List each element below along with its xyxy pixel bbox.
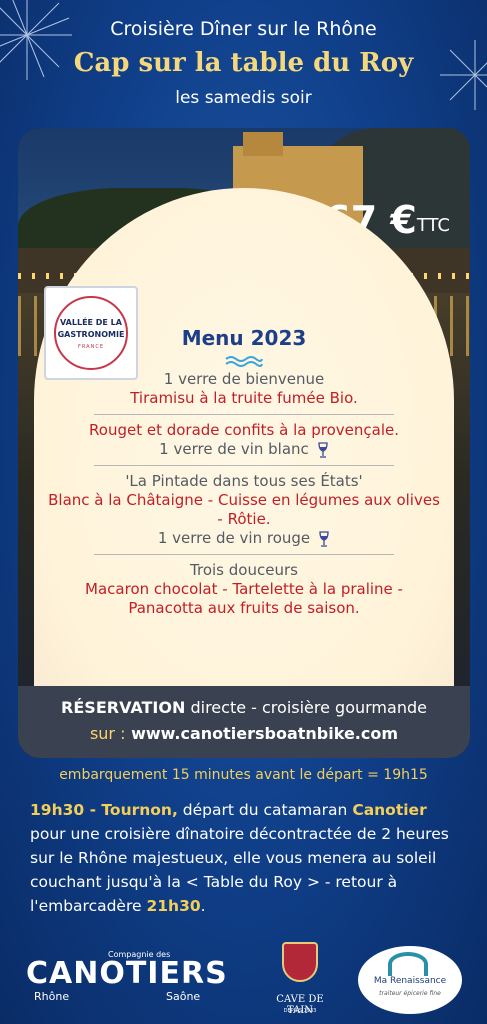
ma-renaissance-logo: Ma Renaissance traiteur épicerie fine bbox=[358, 946, 462, 1014]
reservation-url-line: sur : www.canotiersboatnbike.com bbox=[18, 724, 470, 744]
embarkation-info: embarquement 15 minutes avant le départ … bbox=[59, 767, 428, 783]
ma-swirl-icon bbox=[388, 952, 428, 976]
end-time: 21h30 bbox=[146, 897, 201, 915]
header: Croisière Dîner sur le Rhône Cap sur la … bbox=[0, 0, 487, 128]
canotiers-logo-right: Saône bbox=[166, 990, 201, 1003]
canotiers-logo: Compagnie des CANOTIERS Rhône Saône bbox=[26, 950, 227, 1010]
menu-separator bbox=[94, 554, 394, 555]
header-supertitle: Croisière Dîner sur le Rhône bbox=[110, 18, 377, 40]
reservation-bar: RÉSERVATION directe - croisière gourmand… bbox=[18, 686, 470, 758]
ma-logo-name: Ma Renaissance bbox=[373, 976, 447, 986]
menu-course3-drink: 1 verre de vin rouge bbox=[18, 529, 470, 548]
menu-course3-title: 'La Pintade dans tous ses États' bbox=[125, 472, 363, 490]
canotiers-logo-main: CANOTIERS bbox=[26, 956, 228, 991]
cruise-description: 19h30 - Tournon, départ du catamaran Can… bbox=[30, 798, 460, 918]
header-subtitle: les samedis soir bbox=[175, 88, 312, 108]
menu-course4-title: Trois douceurs bbox=[190, 561, 298, 579]
menu-course3-dish: Blanc à la Châtaigne - Cuisse en légumes… bbox=[48, 491, 440, 509]
start-time: 19h30 - Tournon, bbox=[30, 801, 178, 819]
menu-separator bbox=[94, 465, 394, 466]
menu-course2-drink: 1 verre de vin blanc bbox=[18, 440, 470, 459]
boat-name: Canotier bbox=[352, 801, 427, 819]
canotiers-logo-left: Rhône bbox=[34, 990, 70, 1003]
reservation-label: RÉSERVATION bbox=[61, 698, 186, 717]
description-end: . bbox=[200, 897, 206, 915]
menu-course2-dish: Rouget et dorade confits à la provençale… bbox=[89, 421, 399, 439]
description-part1: départ du catamaran bbox=[182, 801, 348, 819]
menu-course3-drink-text: 1 verre de vin rouge bbox=[157, 529, 311, 547]
wave-divider-icon bbox=[225, 356, 263, 367]
cave-de-tain-logo: CAVE DE TAIN DEPUIS 1933 bbox=[262, 940, 338, 1020]
price-suffix: TTC bbox=[416, 215, 450, 236]
menu-separator bbox=[94, 414, 394, 415]
cave-shield-icon bbox=[282, 942, 318, 982]
menu-course1-drink: 1 verre de bienvenue bbox=[163, 370, 325, 388]
header-title: Cap sur la table du Roy bbox=[73, 48, 414, 78]
cave-logo-since: DEPUIS 1933 bbox=[283, 1008, 317, 1014]
menu-course4-dish-cont: Panacotta aux fruits de saison. bbox=[128, 599, 360, 617]
reservation-line: RÉSERVATION directe - croisière gourmand… bbox=[18, 698, 470, 718]
menu: Menu 2023 1 verre de bienvenue Tiramisu … bbox=[18, 326, 470, 618]
menu-course1-dish: Tiramisu à la truite fumée Bio. bbox=[130, 389, 358, 407]
ma-logo-sub: traiteur épicerie fine bbox=[379, 990, 441, 997]
night-castle-photo: 67 €TTC VALLÉE DE LA GASTRONOMIE FRANCE … bbox=[18, 128, 470, 758]
wine-glass-icon bbox=[319, 530, 329, 547]
menu-course2-drink-text: 1 verre de vin blanc bbox=[159, 440, 309, 458]
menu-course3-dish-cont: - Rôtie. bbox=[217, 510, 271, 528]
wine-glass-icon bbox=[318, 441, 328, 458]
reservation-text: directe - croisière gourmande bbox=[190, 698, 427, 717]
reservation-sur: sur : bbox=[89, 724, 126, 743]
menu-title: Menu 2023 bbox=[181, 326, 307, 350]
description-part2: pour une croisière dînatoire décontracté… bbox=[30, 825, 449, 915]
menu-course4-dish: Macaron chocolat - Tartelette à la prali… bbox=[85, 580, 403, 598]
flyer: Croisière Dîner sur le Rhône Cap sur la … bbox=[0, 0, 487, 1024]
reservation-url-link[interactable]: www.canotiersboatnbike.com bbox=[131, 724, 398, 743]
